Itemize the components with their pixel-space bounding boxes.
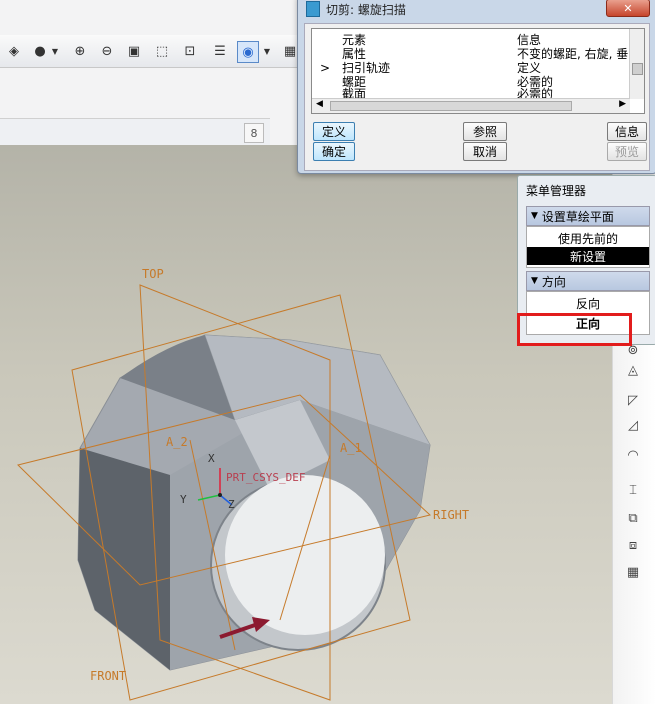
nut-hole [225,475,385,635]
zoom-out-icon[interactable]: ⊖ [97,41,117,61]
chevron-down-icon[interactable]: ▼ [262,41,272,61]
trim-icon[interactable]: ⧈ [621,535,645,555]
zoom-fit-icon[interactable]: ▣ [124,41,144,61]
csys-y-label: Y [180,493,187,506]
datum-label-right: RIGHT [433,508,469,522]
scroll-thumb[interactable] [632,63,643,75]
toolbar: ◈ ● ▼ ⊕ ⊖ ▣ ⬚ ⊡ ☰ ◉ ▼ ▦ [0,35,300,68]
close-button[interactable]: ✕ [606,0,650,17]
column-header-element: 元素 [342,33,367,47]
menu-item-new-setup[interactable]: 新设置 [527,247,649,265]
csys-z-label: Z [228,498,235,511]
collapse-icon: ▼ [531,211,538,221]
zoom-in-icon[interactable]: ⊕ [70,41,90,61]
ok-button[interactable]: 确定 [313,142,355,161]
round-icon[interactable]: ◠ [621,445,645,465]
model-tree-icon[interactable]: 8 [244,123,264,143]
scroll-right-icon[interactable]: ▶ [619,99,626,109]
shell-icon[interactable]: ◬ [621,360,645,380]
annotation-highlight [517,313,632,346]
app-icon [306,1,320,17]
section-sketch-plane[interactable]: ▼ 设置草绘平面 [526,206,650,226]
horizontal-scrollbar[interactable]: ◀ ▶ [312,98,630,113]
helical-sweep-dialog: 切剪: 螺旋扫描 ✕ 元素 信息 属性 不变的螺距, 右旋, 垂 > 扫引轨迹 … [297,0,655,174]
menu-item-flip[interactable]: 反向 [527,294,649,312]
dialog-title: 切剪: 螺旋扫描 [326,2,406,17]
draft-icon[interactable]: ◿ [621,415,645,435]
collapse-icon: ▼ [531,276,538,286]
menu-manager-title: 菜单管理器 [526,184,587,198]
define-button[interactable]: 定义 [313,122,355,141]
chevron-down-icon[interactable]: ▼ [50,41,60,61]
scroll-left-icon[interactable]: ◀ [316,99,323,109]
secondary-bar: 8 [0,118,270,146]
info-button[interactable]: 信息 [607,122,647,141]
datum-label-top: TOP [142,267,164,281]
axis-label-a2: A_2 [166,435,188,449]
scroll-thumb[interactable] [330,101,572,111]
close-icon: ✕ [623,1,633,15]
reorient-icon[interactable]: ⬚ [152,41,172,61]
dialog-titlebar: 切剪: 螺旋扫描 [306,1,406,17]
menu-item-use-previous[interactable]: 使用先前的 [527,229,649,247]
saved-views-icon[interactable]: ⊡ [180,41,200,61]
section-direction[interactable]: ▼ 方向 [526,271,650,291]
datum-label-front: FRONT [90,669,126,683]
column-header-info: 信息 [517,33,542,47]
layers-icon[interactable]: ☰ [210,41,230,61]
list-item[interactable]: > 扫引轨迹 定义 [312,61,630,75]
cancel-button[interactable]: 取消 [463,142,507,161]
csys-x-label: X [208,452,215,465]
shade-icon[interactable]: ◈ [4,41,24,61]
sphere-icon[interactable]: ● [30,41,50,61]
mirror-icon[interactable]: ⌶ [621,480,645,500]
sketch-plane-options: 使用先前的 新设置 [526,226,650,268]
list-item[interactable]: 属性 不变的螺距, 右旋, 垂 [312,47,630,61]
pattern-icon[interactable]: ▦ [621,562,645,582]
csys-label: PRT_CSYS_DEF [226,471,305,484]
element-list[interactable]: 元素 信息 属性 不变的螺距, 右旋, 垂 > 扫引轨迹 定义 螺距 必需的 截… [311,28,645,114]
merge-icon[interactable]: ⧉ [621,508,645,528]
preview-button[interactable]: 预览 [607,142,647,161]
display-style-icon[interactable]: ◉ [237,41,259,63]
vertical-scrollbar[interactable] [629,29,644,99]
rib-icon[interactable]: ◸ [621,390,645,410]
axis-label-a1: A_1 [340,441,362,455]
references-button[interactable]: 参照 [463,122,507,141]
dialog-body: 元素 信息 属性 不变的螺距, 右旋, 垂 > 扫引轨迹 定义 螺距 必需的 截… [304,23,650,171]
